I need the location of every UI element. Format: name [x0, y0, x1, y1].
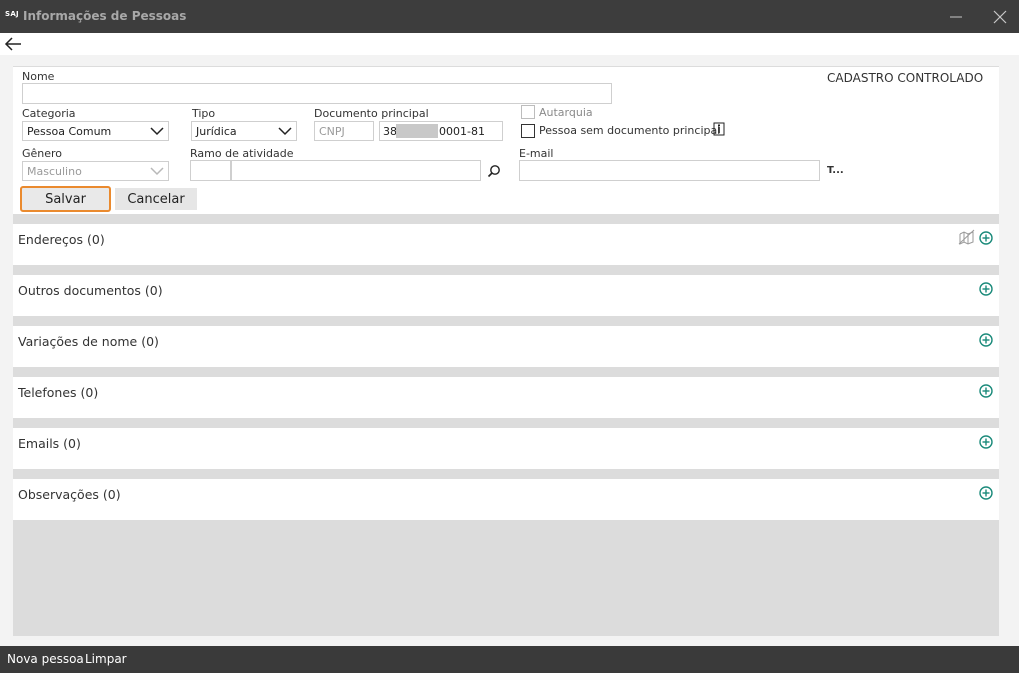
- section-title: Telefones (0): [18, 385, 99, 400]
- sem-documento-checkbox[interactable]: [521, 124, 535, 138]
- back-arrow-icon: [4, 37, 21, 51]
- plus-circle-icon[interactable]: [979, 282, 993, 296]
- categoria-value: Pessoa Comum: [27, 125, 112, 138]
- new-person-link[interactable]: Nova pessoa: [7, 652, 84, 666]
- nav-bar: [0, 33, 1019, 55]
- chevron-down-icon: [278, 127, 292, 136]
- clear-link[interactable]: Limpar: [85, 652, 127, 666]
- search-icon[interactable]: [487, 164, 501, 178]
- ramo-code-input[interactable]: [191, 161, 230, 180]
- minimize-icon: [950, 16, 962, 18]
- tipo-value: Jurídica: [196, 125, 237, 138]
- chevron-down-icon: [150, 167, 164, 176]
- documento-type-input: [315, 122, 373, 140]
- section-title: Variações de nome (0): [18, 334, 159, 349]
- email-field[interactable]: [519, 160, 820, 181]
- documento-number-suffix: 0001-81: [439, 125, 485, 138]
- section-outros-documentos: Outros documentos (0): [13, 275, 999, 316]
- close-icon: [993, 10, 1007, 24]
- plus-circle-icon[interactable]: [979, 486, 993, 500]
- documento-number-field[interactable]: 38. 0001-81: [379, 121, 503, 141]
- ramo-input[interactable]: [232, 161, 480, 180]
- genero-label: Gênero: [22, 147, 63, 160]
- section-observacoes: Observações (0): [13, 479, 999, 520]
- email-label: E-mail: [519, 147, 554, 160]
- section-emails: Emails (0): [13, 428, 999, 469]
- save-button[interactable]: Salvar: [20, 186, 111, 212]
- close-button[interactable]: [983, 5, 1017, 29]
- redacted-block: [396, 124, 438, 138]
- minimize-button[interactable]: [939, 5, 973, 29]
- sem-documento-label: Pessoa sem documento principal: [539, 124, 721, 137]
- person-form: Nome CADASTRO CONTROLADO Categoria Pesso…: [13, 67, 999, 214]
- nome-field[interactable]: [22, 83, 612, 104]
- footer-bar: Nova pessoa Limpar: [0, 646, 1019, 673]
- plus-circle-icon[interactable]: [979, 333, 993, 347]
- section-title: Endereços (0): [18, 232, 105, 247]
- map-icon[interactable]: [958, 229, 975, 246]
- tipo-select[interactable]: Jurídica: [191, 121, 297, 141]
- status-label: CADASTRO CONTROLADO: [827, 71, 984, 85]
- categoria-select[interactable]: Pessoa Comum: [22, 121, 169, 141]
- ramo-field[interactable]: [231, 160, 481, 181]
- app-logo: SAJ: [5, 10, 19, 18]
- section-enderecos: Endereços (0): [13, 224, 999, 265]
- back-button[interactable]: [3, 34, 25, 54]
- plus-circle-icon[interactable]: [979, 384, 993, 398]
- ramo-label: Ramo de atividade: [190, 147, 294, 160]
- nome-input[interactable]: [23, 84, 611, 103]
- plus-circle-icon[interactable]: [979, 435, 993, 449]
- section-telefones: Telefones (0): [13, 377, 999, 418]
- section-title: Observações (0): [18, 487, 121, 502]
- plus-circle-icon[interactable]: [979, 231, 993, 245]
- tipo-label: Tipo: [192, 107, 216, 120]
- documento-label: Documento principal: [314, 107, 429, 120]
- autarquia-checkbox[interactable]: [521, 105, 535, 119]
- title-bar: SAJ Informações de Pessoas: [0, 0, 1019, 33]
- documento-type-field: [314, 121, 374, 141]
- autarquia-label: Autarquia: [539, 106, 593, 119]
- categoria-label: Categoria: [22, 107, 76, 120]
- email-input[interactable]: [520, 161, 819, 180]
- section-title: Emails (0): [18, 436, 81, 451]
- section-title: Outros documentos (0): [18, 283, 163, 298]
- email-trailing-text[interactable]: T...: [827, 165, 844, 176]
- cancel-button[interactable]: Cancelar: [115, 188, 197, 210]
- window-title: Informações de Pessoas: [23, 9, 187, 23]
- genero-value: Masculino: [27, 165, 82, 178]
- info-icon[interactable]: [713, 122, 725, 137]
- genero-select: Masculino: [22, 161, 169, 181]
- section-variacoes-nome: Variações de nome (0): [13, 326, 999, 367]
- chevron-down-icon: [150, 127, 164, 136]
- nome-label: Nome: [22, 70, 55, 83]
- ramo-code-field[interactable]: [190, 160, 231, 181]
